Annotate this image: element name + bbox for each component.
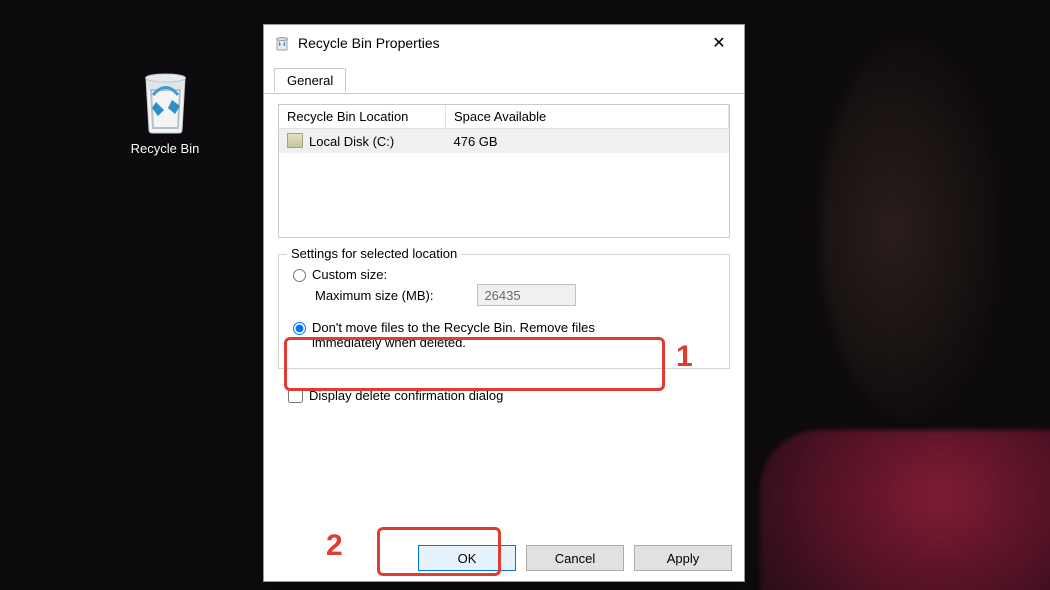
recycle-bin-icon [274, 35, 290, 51]
disk-icon [287, 133, 303, 148]
radio-dont-move[interactable] [293, 322, 306, 335]
dialog-title: Recycle Bin Properties [298, 35, 440, 51]
col-recycle-bin-location[interactable]: Recycle Bin Location [279, 105, 446, 129]
settings-legend: Settings for selected location [287, 246, 461, 261]
recycle-bin-label: Recycle Bin [120, 141, 210, 156]
desktop-background: Recycle Bin Recycle Bin Properties ✕ Gen… [0, 0, 1050, 590]
tab-row: General [264, 67, 744, 94]
close-button[interactable]: ✕ [702, 33, 736, 53]
cancel-button[interactable]: Cancel [526, 545, 624, 571]
max-size-label: Maximum size (MB): [315, 288, 433, 303]
recycle-bin-desktop-icon[interactable]: Recycle Bin [120, 70, 210, 156]
dialog-titlebar[interactable]: Recycle Bin Properties ✕ [264, 25, 744, 61]
max-size-input[interactable] [477, 284, 576, 306]
table-row[interactable]: Local Disk (C:) 476 GB [279, 129, 729, 154]
recycle-bin-icon [138, 70, 193, 135]
disk-name: Local Disk (C:) [309, 134, 394, 149]
annotation-number-1: 1 [676, 340, 693, 374]
apply-button[interactable]: Apply [634, 545, 732, 571]
tab-general[interactable]: General [274, 68, 346, 92]
col-space-available[interactable]: Space Available [446, 105, 729, 129]
radio-custom-size-label: Custom size: [312, 267, 387, 282]
disk-space: 476 GB [446, 129, 729, 154]
radio-dont-move-label: Don't move files to the Recycle Bin. Rem… [312, 320, 642, 350]
ok-button[interactable]: OK [418, 545, 516, 571]
radio-custom-size[interactable] [293, 269, 306, 282]
location-table[interactable]: Recycle Bin Location Space Available Loc… [278, 104, 730, 238]
annotation-number-2: 2 [326, 529, 343, 563]
checkbox-display-confirmation-label: Display delete confirmation dialog [309, 388, 503, 403]
dialog-button-row: OK Cancel Apply [418, 545, 732, 571]
checkbox-display-confirmation[interactable] [288, 388, 303, 403]
properties-dialog: Recycle Bin Properties ✕ General Recycle… [263, 24, 745, 582]
settings-groupbox: Settings for selected location Custom si… [278, 254, 730, 369]
